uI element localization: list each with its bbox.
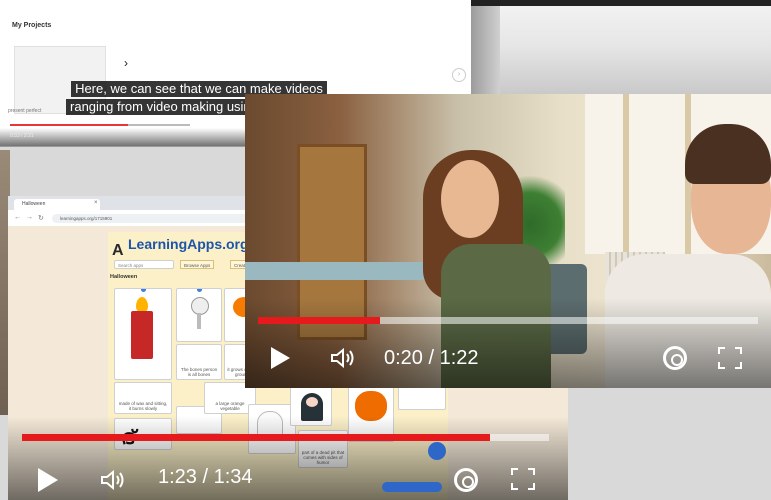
time-display: 1:23 / 1:34 [158,466,253,488]
volume-icon[interactable] [100,468,126,492]
project-label: present perfect [8,108,42,114]
card-caption: The bones person is all bones [180,367,218,377]
scene-table [245,262,435,280]
close-tab-icon[interactable]: × [94,200,98,206]
candle-icon [131,311,153,359]
card-skeleton[interactable] [176,288,222,342]
browser-tab[interactable]: Halloween [14,199,100,210]
settings-gear-icon[interactable] [454,468,478,492]
controls-shade [8,416,568,500]
settings-gear-icon[interactable] [663,346,687,370]
time-display: 0:20 / 1:22 [384,347,479,369]
browse-apps-button[interactable]: Browse Apps [180,260,215,269]
card-owls[interactable] [398,386,446,410]
search-input[interactable]: Search apps [114,260,174,269]
card-candle[interactable] [114,288,172,380]
section-title: My Projects [12,22,52,29]
card-caption: made of wax and sitting, it burns slowly [118,401,168,411]
person-face [441,160,499,238]
category-title: Halloween [110,274,138,280]
address-bar[interactable]: learningapps.org/1715901 [52,214,252,223]
play-icon[interactable] [271,347,290,369]
background-mosaic [470,6,771,94]
volume-icon[interactable] [330,346,356,370]
card-clue[interactable]: made of wax and sitting, it burns slowly [114,382,172,414]
time-display: 0:33 / 2:21 [10,133,34,139]
skeleton-body-icon [197,313,201,329]
controls-shade [245,298,771,388]
forward-icon[interactable]: → [26,214,33,221]
back-icon[interactable]: ← [14,214,21,221]
feedback-button[interactable] [382,482,442,492]
progress-fill [258,317,380,324]
next-arrow-icon[interactable]: › [452,68,466,82]
chevron-right-icon[interactable]: › [124,56,128,70]
card-caption: a large orange vegetable [215,401,245,411]
window-frame [623,94,629,254]
pin-icon [197,289,202,292]
reload-icon[interactable]: ↻ [38,214,44,222]
progress-fill [22,434,490,441]
play-icon[interactable] [38,468,58,492]
video-player-classroom[interactable]: 0:20 / 1:22 [245,94,771,388]
progress-fill [10,124,128,126]
fullscreen-icon[interactable] [718,347,742,369]
pin-icon [141,289,146,292]
learningapps-logo-icon: A [112,242,124,259]
help-button[interactable] [428,442,446,460]
background-mosaic-shadow [470,6,500,94]
fullscreen-icon[interactable] [511,468,535,490]
learningapps-logo[interactable]: LearningApps.org [128,236,249,252]
card-clue[interactable]: The bones person is all bones [176,344,222,380]
